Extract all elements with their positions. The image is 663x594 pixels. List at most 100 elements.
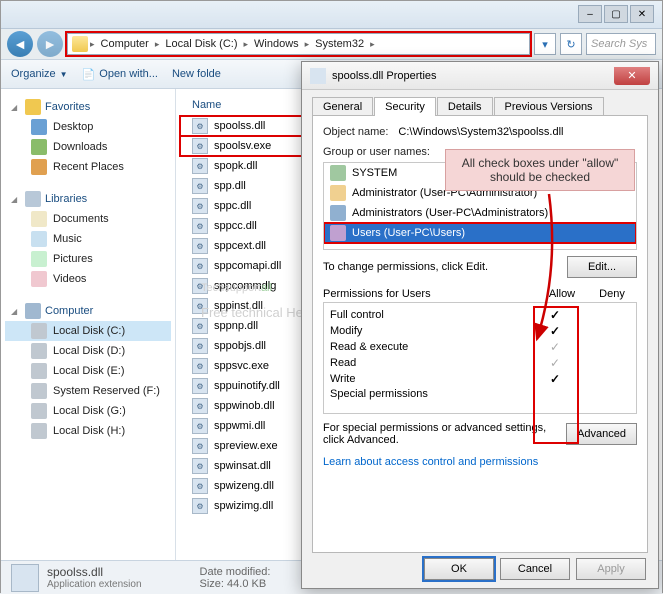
- file-name: sppcomapi.dll: [214, 260, 281, 272]
- maximize-button[interactable]: ▢: [604, 5, 628, 23]
- permissions-label: Permissions for Users: [323, 288, 537, 300]
- sidebar-item-downloads[interactable]: Downloads: [5, 137, 171, 157]
- tab-previous-versions[interactable]: Previous Versions: [494, 97, 604, 116]
- breadcrumb-item[interactable]: Local Disk (C:): [161, 38, 241, 50]
- permission-row: Read & execute✓: [330, 339, 630, 355]
- object-name-value: C:\Windows\System32\spoolss.dll: [398, 126, 563, 138]
- file-name: sppcext.dll: [214, 240, 266, 252]
- pictures-icon: [31, 251, 47, 267]
- computer-icon: [25, 303, 41, 319]
- allow-check: ✓: [530, 340, 580, 354]
- edit-button[interactable]: Edit...: [567, 256, 637, 278]
- tab-details[interactable]: Details: [437, 97, 493, 116]
- file-name: spreview.exe: [214, 440, 278, 452]
- close-button[interactable]: ✕: [630, 5, 654, 23]
- file-icon: ⚙: [192, 218, 208, 234]
- tab-general[interactable]: General: [312, 97, 373, 116]
- sidebar-item-recent[interactable]: Recent Places: [5, 157, 171, 177]
- group-icon: [330, 165, 346, 181]
- breadcrumb[interactable]: ▸ Computer▸ Local Disk (C:)▸ Windows▸ Sy…: [67, 33, 530, 55]
- search-input[interactable]: Search Sys: [586, 33, 656, 55]
- file-icon: ⚙: [192, 238, 208, 254]
- disk-icon: [31, 363, 47, 379]
- permission-name: Special permissions: [330, 388, 530, 400]
- disk-icon: [31, 343, 47, 359]
- computer-group[interactable]: ◢Computer: [5, 301, 171, 321]
- permission-name: Modify: [330, 325, 530, 337]
- breadcrumb-item[interactable]: System32: [311, 38, 368, 50]
- disk-icon: [31, 323, 47, 339]
- cancel-button[interactable]: Cancel: [500, 558, 570, 580]
- libraries-group[interactable]: ◢Libraries: [5, 189, 171, 209]
- permissions-box: Full control✓Modify✓Read & execute✓Read✓…: [323, 302, 637, 414]
- breadcrumb-item[interactable]: Computer: [97, 38, 153, 50]
- disk-icon: [31, 383, 47, 399]
- sidebar-item-documents[interactable]: Documents: [5, 209, 171, 229]
- group-row[interactable]: Users (User-PC\Users): [324, 223, 636, 243]
- open-with-button[interactable]: 📄 Open with...: [82, 68, 158, 81]
- navigation-sidebar: ◢Favorites Desktop Downloads Recent Plac…: [1, 89, 176, 560]
- file-icon: ⚙: [192, 338, 208, 354]
- back-button[interactable]: ◄: [7, 31, 33, 57]
- file-name: sppcc.dll: [214, 220, 257, 232]
- sidebar-item-disk-h[interactable]: Local Disk (H:): [5, 421, 171, 441]
- dialog-close-button[interactable]: ✕: [614, 67, 650, 85]
- disk-icon: [31, 423, 47, 439]
- new-folder-button[interactable]: New folde: [172, 68, 221, 80]
- tabs: General Security Details Previous Versio…: [312, 96, 648, 115]
- file-icon: ⚙: [192, 458, 208, 474]
- allow-check: ✓: [530, 356, 580, 370]
- sidebar-item-disk-d[interactable]: Local Disk (D:): [5, 341, 171, 361]
- documents-icon: [31, 211, 47, 227]
- library-icon: [25, 191, 41, 207]
- file-name: spopk.dll: [214, 160, 257, 172]
- file-name: sppsvc.exe: [214, 360, 269, 372]
- deny-header: Deny: [587, 288, 637, 300]
- forward-button[interactable]: ►: [37, 31, 63, 57]
- permission-row: Modify✓: [330, 323, 630, 339]
- sidebar-item-videos[interactable]: Videos: [5, 269, 171, 289]
- permission-row: Read✓: [330, 355, 630, 371]
- allow-check: ✓: [530, 308, 580, 322]
- group-row[interactable]: Administrators (User-PC\Administrators): [324, 203, 636, 223]
- sidebar-item-disk-e[interactable]: Local Disk (E:): [5, 361, 171, 381]
- sidebar-item-desktop[interactable]: Desktop: [5, 117, 171, 137]
- downloads-icon: [31, 139, 47, 155]
- file-name: spp.dll: [214, 180, 246, 192]
- videos-icon: [31, 271, 47, 287]
- tab-security[interactable]: Security: [374, 97, 436, 116]
- file-type-icon: [11, 564, 39, 592]
- address-bar: ◄ ► ▸ Computer▸ Local Disk (C:)▸ Windows…: [1, 29, 662, 59]
- file-name: sppuinotify.dll: [214, 380, 280, 392]
- breadcrumb-item[interactable]: Windows: [250, 38, 303, 50]
- minimize-button[interactable]: –: [578, 5, 602, 23]
- file-name: spoolss.dll: [214, 120, 265, 132]
- file-icon: ⚙: [192, 418, 208, 434]
- allow-check: ✓: [530, 372, 580, 386]
- file-name: sppobjs.dll: [214, 340, 266, 352]
- sidebar-item-disk-c[interactable]: Local Disk (C:): [5, 321, 171, 341]
- advanced-button[interactable]: Advanced: [566, 423, 637, 445]
- file-icon: ⚙: [192, 178, 208, 194]
- apply-button[interactable]: Apply: [576, 558, 646, 580]
- refresh-button[interactable]: ↻: [560, 33, 582, 55]
- organize-menu[interactable]: Organize ▼: [11, 68, 68, 80]
- permission-name: Read: [330, 357, 530, 369]
- properties-dialog: spoolss.dll Properties ✕ General Securit…: [301, 61, 659, 589]
- file-icon: ⚙: [192, 298, 208, 314]
- dropdown-button[interactable]: ▾: [534, 33, 556, 55]
- learn-link[interactable]: Learn about access control and permissio…: [323, 456, 538, 468]
- annotation-callout: All check boxes under "allow" should be …: [445, 149, 635, 191]
- sidebar-item-disk-g[interactable]: Local Disk (G:): [5, 401, 171, 421]
- dialog-titlebar: spoolss.dll Properties ✕: [302, 62, 658, 90]
- favorites-group[interactable]: ◢Favorites: [5, 97, 171, 117]
- file-icon: ⚙: [192, 358, 208, 374]
- sidebar-item-music[interactable]: Music: [5, 229, 171, 249]
- sidebar-item-disk-f[interactable]: System Reserved (F:): [5, 381, 171, 401]
- file-name: sppcommdlg: [214, 280, 276, 292]
- file-icon: ⚙: [192, 318, 208, 334]
- file-icon: ⚙: [192, 438, 208, 454]
- sidebar-item-pictures[interactable]: Pictures: [5, 249, 171, 269]
- advanced-hint: For special permissions or advanced sett…: [323, 422, 558, 446]
- ok-button[interactable]: OK: [424, 558, 494, 580]
